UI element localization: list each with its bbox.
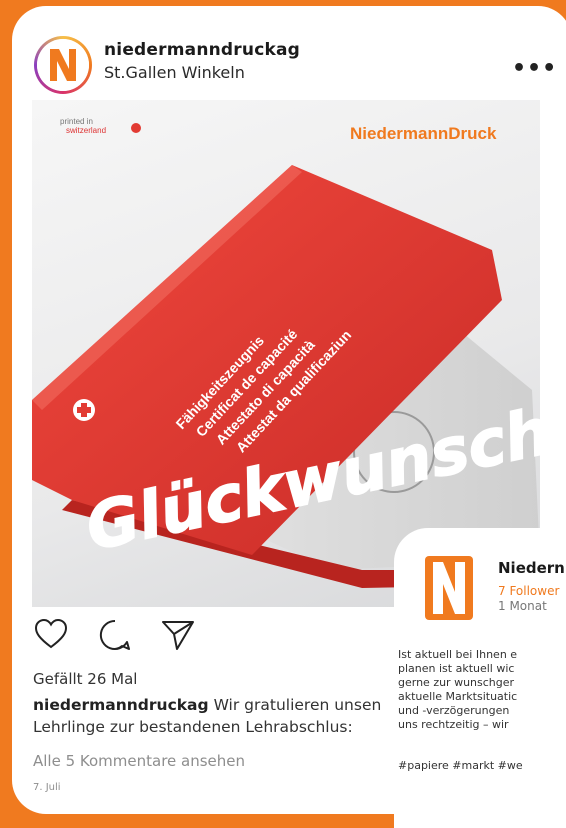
post-location[interactable]: St.Gallen Winkeln — [104, 63, 300, 82]
popup-body-line: Ist aktuell bei Ihnen e — [398, 648, 518, 661]
likes-count[interactable]: Gefällt 26 Mal — [33, 670, 137, 688]
popup-body-line: und -verzögerungen — [398, 704, 510, 717]
profile-popup: Niedern 7 Follower 1 Monat Ist aktuell b… — [394, 528, 566, 828]
post-date: 7. Juli — [33, 782, 61, 793]
n-logo-icon[interactable] — [425, 556, 473, 620]
caption-username[interactable]: niedermanndruckag — [33, 696, 209, 714]
caption: niedermanndruckag Wir gratulieren unsen … — [33, 694, 395, 738]
heart-icon[interactable] — [34, 618, 68, 654]
brand-label: NiedermannDruck — [350, 124, 497, 143]
view-comments-link[interactable]: Alle 5 Kommentare ansehen — [33, 752, 245, 770]
n-logo-icon — [37, 39, 89, 91]
printed-in-label: printed in — [60, 117, 93, 126]
popup-body-line: gerne zur wunschger — [398, 676, 515, 689]
profile-avatar[interactable] — [34, 36, 92, 94]
popup-body: Ist aktuell bei Ihnen e planen ist aktue… — [398, 648, 566, 732]
comment-icon[interactable] — [98, 618, 132, 656]
popup-body-line: uns rechtzeitig – wir — [398, 718, 509, 731]
more-icon[interactable]: ••• — [512, 56, 557, 81]
popup-body-line: aktuelle Marktsituatic — [398, 690, 518, 703]
popup-name[interactable]: Niedern — [498, 559, 565, 577]
popup-followers[interactable]: 7 Follower — [498, 584, 559, 598]
popup-body-line: planen ist aktuell wic — [398, 662, 515, 675]
popup-time: 1 Monat — [498, 599, 547, 613]
caption-text-line1: Wir gratulieren unsen — [213, 696, 382, 714]
popup-tags[interactable]: #papiere #markt #we — [398, 759, 523, 772]
action-bar — [32, 618, 232, 654]
post-username[interactable]: niedermanndruckag — [104, 40, 300, 60]
caption-text-line2: Lehrlinge zur bestandenen Lehrabschlus: — [33, 718, 353, 736]
switzerland-label: switzerland — [66, 126, 106, 135]
share-icon[interactable] — [160, 618, 196, 656]
